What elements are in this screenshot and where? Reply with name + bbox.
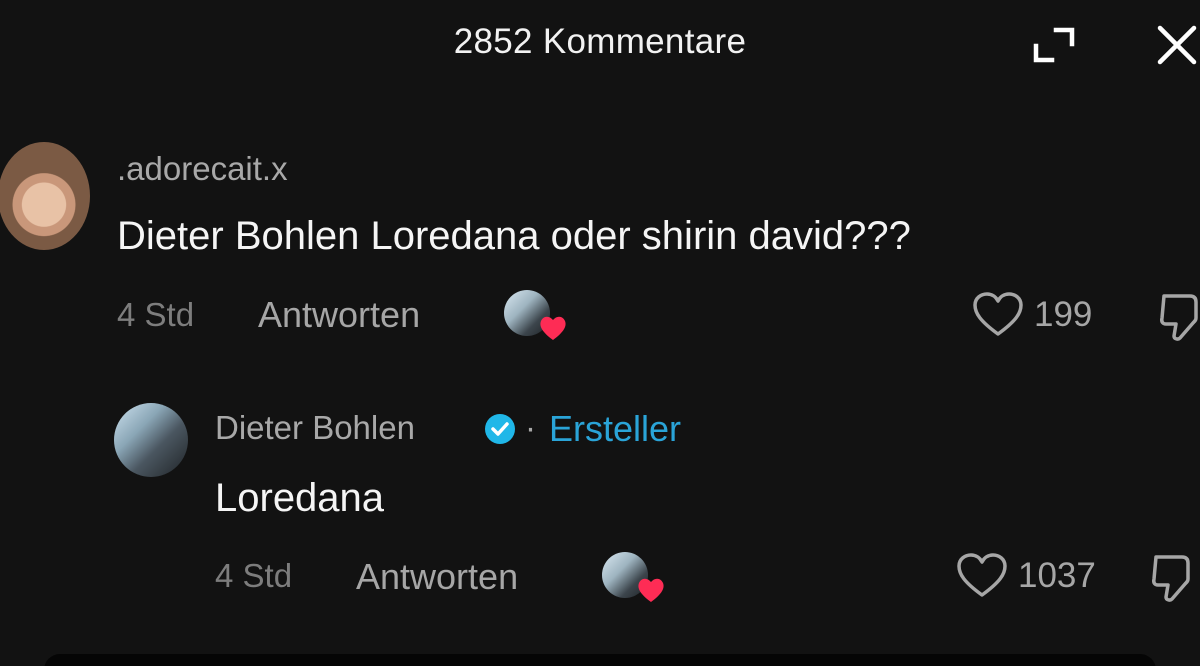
close-icon[interactable] [1152, 20, 1200, 68]
expand-icon[interactable] [1030, 24, 1078, 64]
heart-badge-icon [638, 578, 664, 602]
header-title: 2852 Kommentare [453, 22, 747, 61]
like-button[interactable]: 199 [972, 292, 1092, 338]
avatar[interactable] [0, 142, 90, 250]
verified-icon [485, 414, 515, 444]
comment-text: Dieter Bohlen Loredana oder shirin david… [117, 214, 911, 258]
dislike-icon[interactable] [1150, 553, 1194, 603]
comment-username[interactable]: .adorecait.x [117, 150, 288, 188]
reply-reply-button[interactable]: Antworten [356, 556, 518, 598]
reply-like-button[interactable]: 1037 [956, 553, 1096, 599]
like-count: 199 [1034, 295, 1093, 334]
creator-separator: · [525, 409, 536, 446]
creator-liked-badge [504, 290, 568, 342]
heart-badge-icon [540, 316, 566, 340]
reply-like-count: 1037 [1018, 556, 1096, 595]
reply-button[interactable]: Antworten [258, 294, 420, 336]
bottom-input-bar[interactable] [44, 654, 1156, 666]
comment-time: 4 Std [117, 296, 195, 333]
creator-liked-badge [602, 552, 666, 604]
reply-username[interactable]: Dieter Bohlen [215, 409, 415, 447]
creator-avatar[interactable] [114, 403, 188, 477]
heart-icon [973, 292, 1023, 336]
reply-text: Loredana [215, 476, 385, 520]
dislike-icon[interactable] [1158, 292, 1200, 342]
reply-time: 4 Std [215, 557, 293, 594]
creator-label: Ersteller [549, 408, 682, 449]
heart-icon [957, 553, 1007, 597]
